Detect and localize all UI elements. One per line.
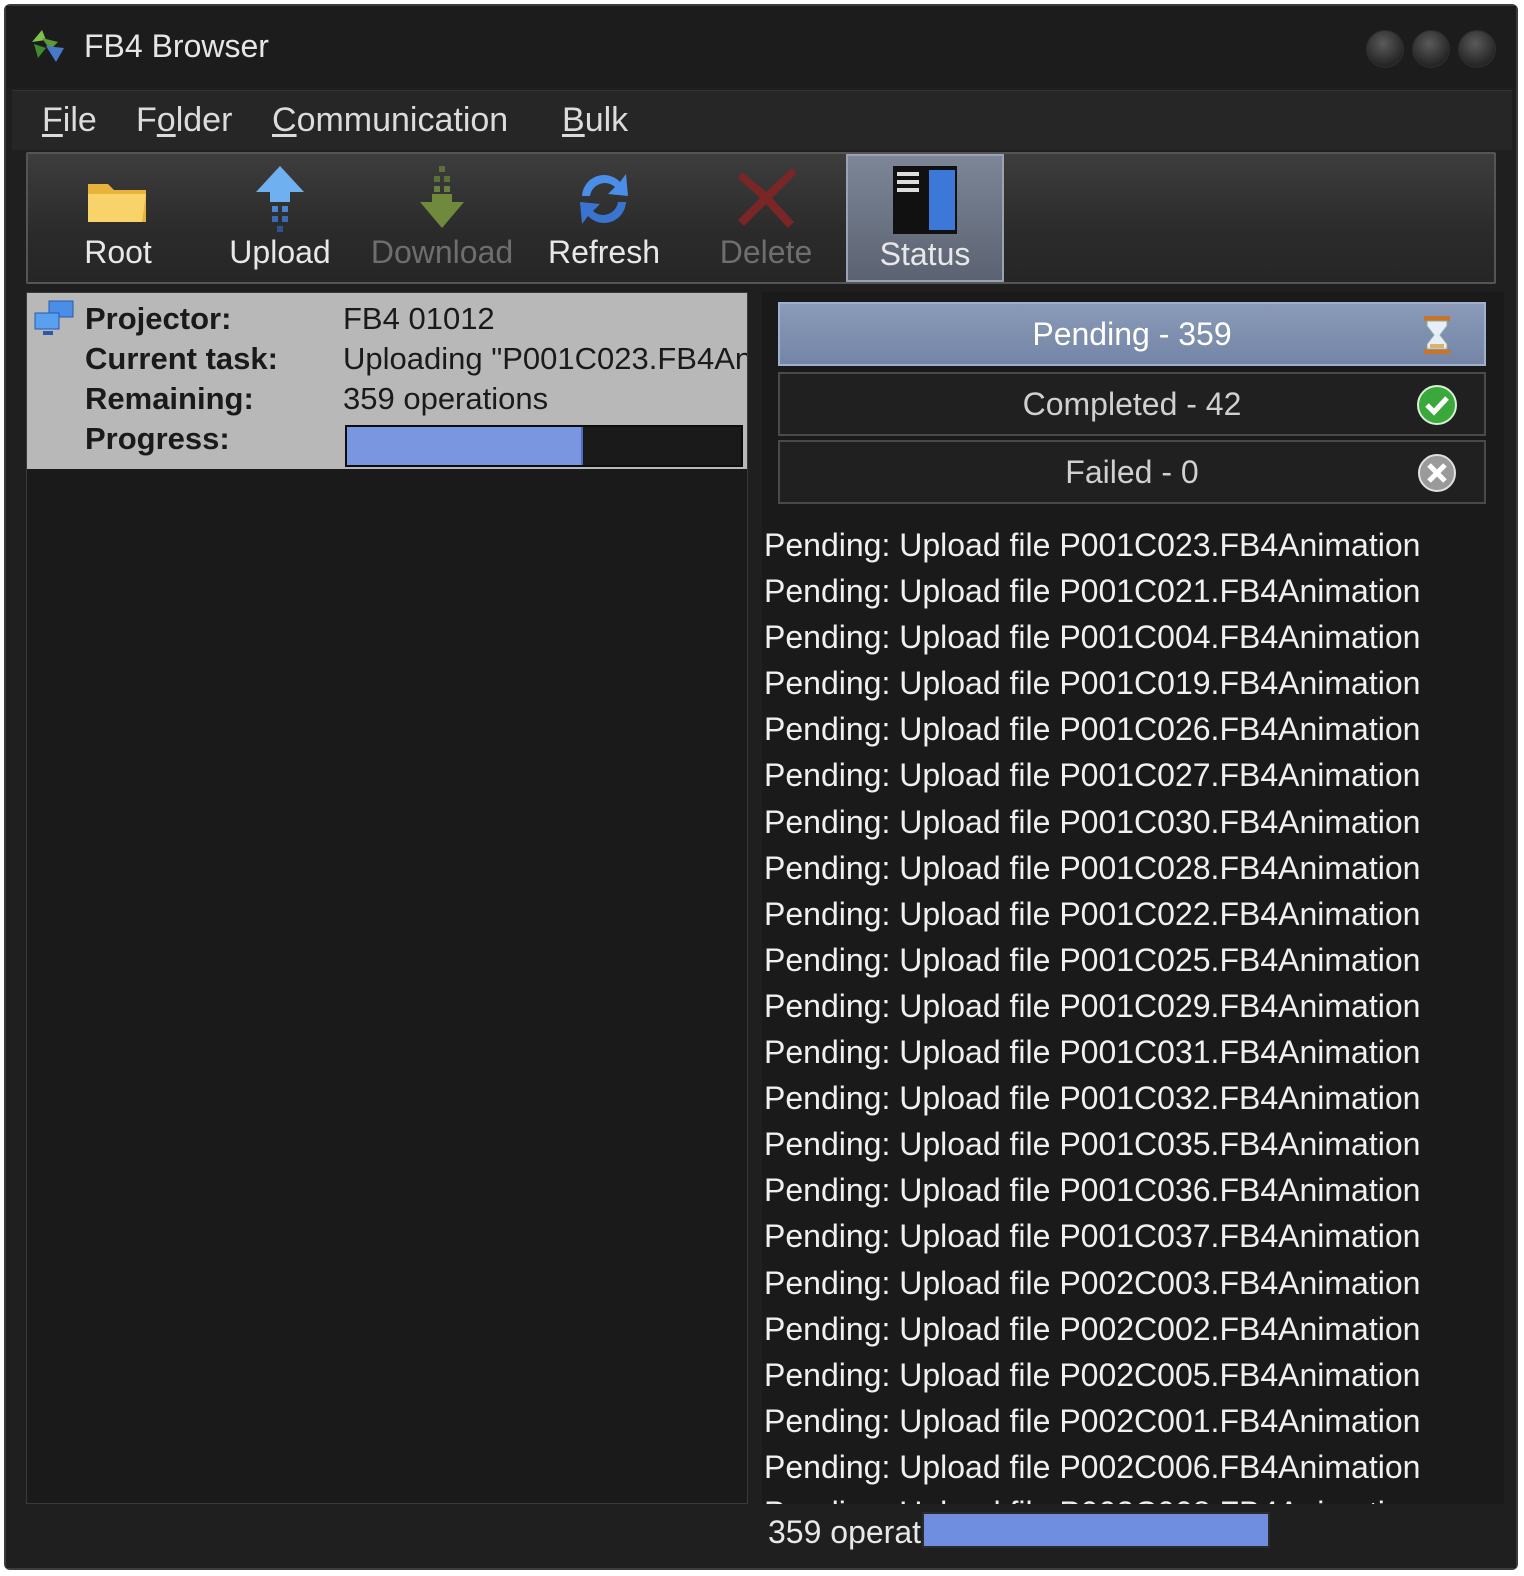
menu-folder[interactable]: Folder [136, 101, 232, 140]
menu-bar: File Folder Communication Bulk [12, 90, 1512, 150]
projector-panel: Projector: FB4 01012 Current task: Uploa… [26, 292, 748, 1504]
app-window: FB4 Browser File Folder Communication Bu… [4, 4, 1518, 1570]
download-arrow-icon [420, 166, 464, 228]
upload-button[interactable]: Upload [200, 154, 360, 282]
log-entry[interactable]: Pending: Upload file P001C030.FB4Animati… [762, 799, 1504, 845]
log-entry[interactable]: Pending: Upload file P001C026.FB4Animati… [762, 706, 1504, 752]
close-button[interactable] [1458, 30, 1496, 68]
status-panel: Pending - 359 Completed - 42 Failed - 0 … [762, 292, 1504, 1504]
log-entry[interactable]: Pending: Upload file P001C019.FB4Animati… [762, 660, 1504, 706]
delete-label: Delete [719, 234, 813, 270]
task-progress-fill [347, 427, 584, 465]
remaining-value: 359 operations [343, 381, 549, 416]
log-entry[interactable]: Pending: Upload file P002C008.FB4Animati… [762, 1490, 1504, 1504]
log-entry[interactable]: Pending: Upload file P002C001.FB4Animati… [762, 1398, 1504, 1444]
minimize-button[interactable] [1366, 30, 1404, 68]
log-entry[interactable]: Pending: Upload file P001C004.FB4Animati… [762, 614, 1504, 660]
log-entry[interactable]: Pending: Upload file P001C031.FB4Animati… [762, 1029, 1504, 1075]
log-entry[interactable]: Pending: Upload file P001C025.FB4Animati… [762, 937, 1504, 983]
refresh-label: Refresh [547, 234, 661, 270]
projector-label: Projector: [85, 301, 232, 336]
failed-filter-label: Failed - 0 [1065, 454, 1199, 490]
toolbar: Root Upload Download Refresh Delete Stat… [26, 152, 1496, 284]
log-entry[interactable]: Pending: Upload file P002C003.FB4Animati… [762, 1260, 1504, 1306]
current-task-value: Uploading "P001C023.FB4Animation" [343, 341, 747, 376]
pending-filter-label: Pending - 359 [1032, 316, 1232, 352]
checkmark-icon [1417, 385, 1457, 425]
remaining-label: Remaining: [85, 381, 254, 416]
hourglass-icon [1424, 316, 1450, 354]
upload-arrow-icon [256, 166, 304, 232]
projector-value: FB4 01012 [343, 301, 495, 336]
menu-bulk[interactable]: Bulk [562, 101, 628, 140]
folder-icon [88, 184, 146, 222]
root-button[interactable]: Root [38, 154, 198, 282]
delete-button[interactable]: Delete [686, 154, 846, 282]
menu-communication[interactable]: Communication [272, 101, 508, 140]
log-entry[interactable]: Pending: Upload file P002C005.FB4Animati… [762, 1352, 1504, 1398]
operation-log-list[interactable]: Pending: Upload file P001C023.FB4Animati… [762, 522, 1504, 1504]
log-entry[interactable]: Pending: Upload file P001C029.FB4Animati… [762, 983, 1504, 1029]
completed-filter-button[interactable]: Completed - 42 [778, 372, 1486, 436]
maximize-button[interactable] [1412, 30, 1450, 68]
statusbar-progress-bar [922, 1512, 1270, 1548]
log-entry[interactable]: Pending: Upload file P001C028.FB4Animati… [762, 845, 1504, 891]
status-panel-icon [893, 166, 957, 234]
status-button[interactable]: Status [846, 154, 1004, 282]
root-label: Root [84, 234, 152, 270]
window-title: FB4 Browser [84, 28, 269, 64]
statusbar-operations-text: 359 operations [768, 1514, 928, 1550]
status-bar: 359 operations [6, 1506, 1516, 1568]
current-task-label: Current task: [85, 341, 278, 376]
download-label: Download [370, 234, 514, 270]
pending-filter-button[interactable]: Pending - 359 [778, 302, 1486, 366]
log-entry[interactable]: Pending: Upload file P002C006.FB4Animati… [762, 1444, 1504, 1490]
log-entry[interactable]: Pending: Upload file P001C023.FB4Animati… [762, 522, 1504, 568]
log-entry[interactable]: Pending: Upload file P001C022.FB4Animati… [762, 891, 1504, 937]
refresh-icon [580, 174, 628, 224]
refresh-button[interactable]: Refresh [524, 154, 684, 282]
log-entry[interactable]: Pending: Upload file P001C027.FB4Animati… [762, 752, 1504, 798]
status-label: Status [879, 236, 971, 272]
menu-file[interactable]: File [42, 101, 97, 140]
failed-filter-button[interactable]: Failed - 0 [778, 440, 1486, 504]
app-logo-icon [32, 30, 64, 62]
title-bar[interactable]: FB4 Browser [6, 6, 1516, 88]
completed-filter-label: Completed - 42 [1022, 386, 1242, 422]
task-info-box: Projector: FB4 01012 Current task: Uploa… [27, 293, 747, 469]
progress-label: Progress: [85, 421, 230, 456]
network-computers-icon [34, 300, 74, 335]
log-entry[interactable]: Pending: Upload file P002C002.FB4Animati… [762, 1306, 1504, 1352]
log-entry[interactable]: Pending: Upload file P001C032.FB4Animati… [762, 1075, 1504, 1121]
log-entry[interactable]: Pending: Upload file P001C021.FB4Animati… [762, 568, 1504, 614]
delete-x-icon [738, 168, 796, 228]
log-entry[interactable]: Pending: Upload file P001C037.FB4Animati… [762, 1213, 1504, 1259]
log-entry[interactable]: Pending: Upload file P001C036.FB4Animati… [762, 1167, 1504, 1213]
failed-x-icon [1418, 454, 1456, 492]
upload-label: Upload [229, 234, 331, 270]
log-entry[interactable]: Pending: Upload file P001C035.FB4Animati… [762, 1121, 1504, 1167]
task-progress-bar [345, 425, 743, 467]
download-button[interactable]: Download [362, 154, 522, 282]
